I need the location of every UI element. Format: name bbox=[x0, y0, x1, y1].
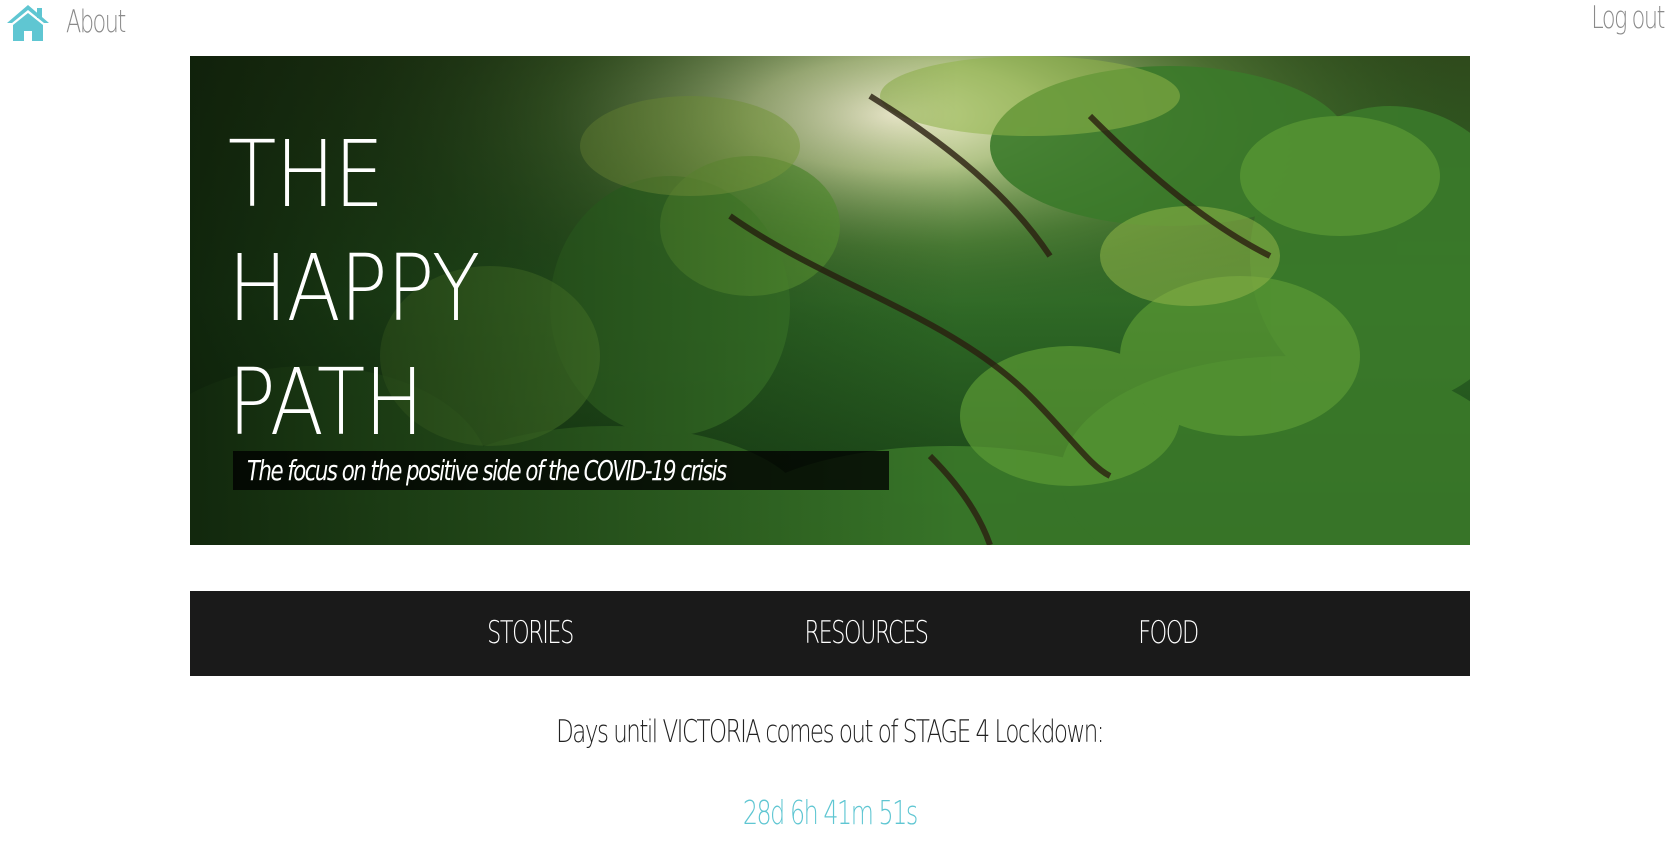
home-link[interactable] bbox=[5, 3, 51, 43]
hero-title-line: PATH bbox=[228, 349, 424, 456]
countdown-timer-text: 28d 6h 41m 51s bbox=[743, 793, 918, 832]
main-nav: STORIES RESOURCES FOOD bbox=[190, 591, 1470, 676]
nav-item-food[interactable]: FOOD bbox=[1125, 615, 1211, 651]
logout-link[interactable]: Log out bbox=[1591, 0, 1665, 36]
countdown-label-text: Days until VICTORIA comes out of STAGE 4… bbox=[556, 714, 1105, 750]
hero-tagline-text: The focus on the positive side of the CO… bbox=[247, 454, 727, 487]
hero-title-line: HAPPY bbox=[228, 235, 480, 342]
countdown-label: Days until VICTORIA comes out of STAGE 4… bbox=[0, 714, 1660, 750]
hero-tagline: The focus on the positive side of the CO… bbox=[233, 451, 889, 490]
hero-title-line: THE bbox=[228, 121, 384, 228]
countdown-timer: 28d 6h 41m 51s bbox=[0, 793, 1660, 832]
top-bar: About Log out bbox=[0, 0, 1668, 52]
hero-banner: THE HAPPY PATH The focus on the positive… bbox=[190, 56, 1470, 545]
nav-item-stories[interactable]: STORIES bbox=[469, 615, 591, 651]
home-icon bbox=[7, 5, 49, 41]
hero-title: THE HAPPY PATH bbox=[228, 118, 480, 460]
about-link[interactable]: About bbox=[66, 4, 126, 40]
nav-item-resources[interactable]: RESOURCES bbox=[787, 615, 945, 651]
